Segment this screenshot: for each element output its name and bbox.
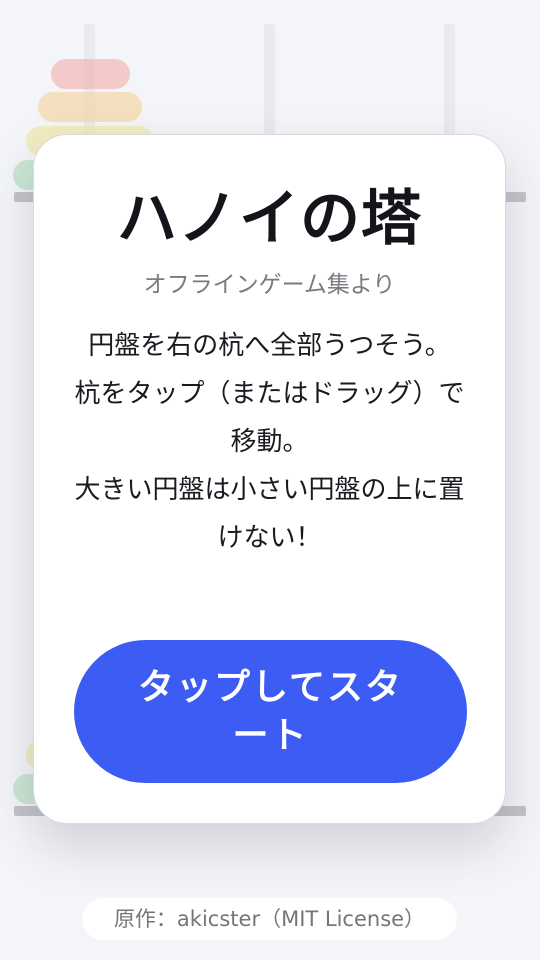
credit-label: 原作：akicster（MIT License）: [82, 898, 457, 940]
game-subtitle: オフラインゲーム集より: [143, 272, 396, 298]
start-dialog: ハノイの塔 オフラインゲーム集より 円盤を右の杭へ全部うつそう。 杭をタップ（ま…: [33, 134, 506, 824]
rule-line: 大きい円盤は小さい円盤の上に置けない！: [74, 475, 465, 553]
game-stage: ハノイの塔 オフラインゲーム集より 円盤を右の杭へ全部うつそう。 杭をタップ（ま…: [0, 0, 540, 960]
rules-text: 円盤を右の杭へ全部うつそう。 杭をタップ（またはドラッグ）で移動。 大きい円盤は…: [74, 322, 465, 562]
rule-line: 杭をタップ（またはドラッグ）で移動。: [74, 379, 465, 457]
start-button[interactable]: タップしてスタート: [74, 640, 467, 783]
rule-line: 円盤を右の杭へ全部うつそう。: [88, 331, 451, 361]
game-title: ハノイの塔: [117, 184, 422, 254]
